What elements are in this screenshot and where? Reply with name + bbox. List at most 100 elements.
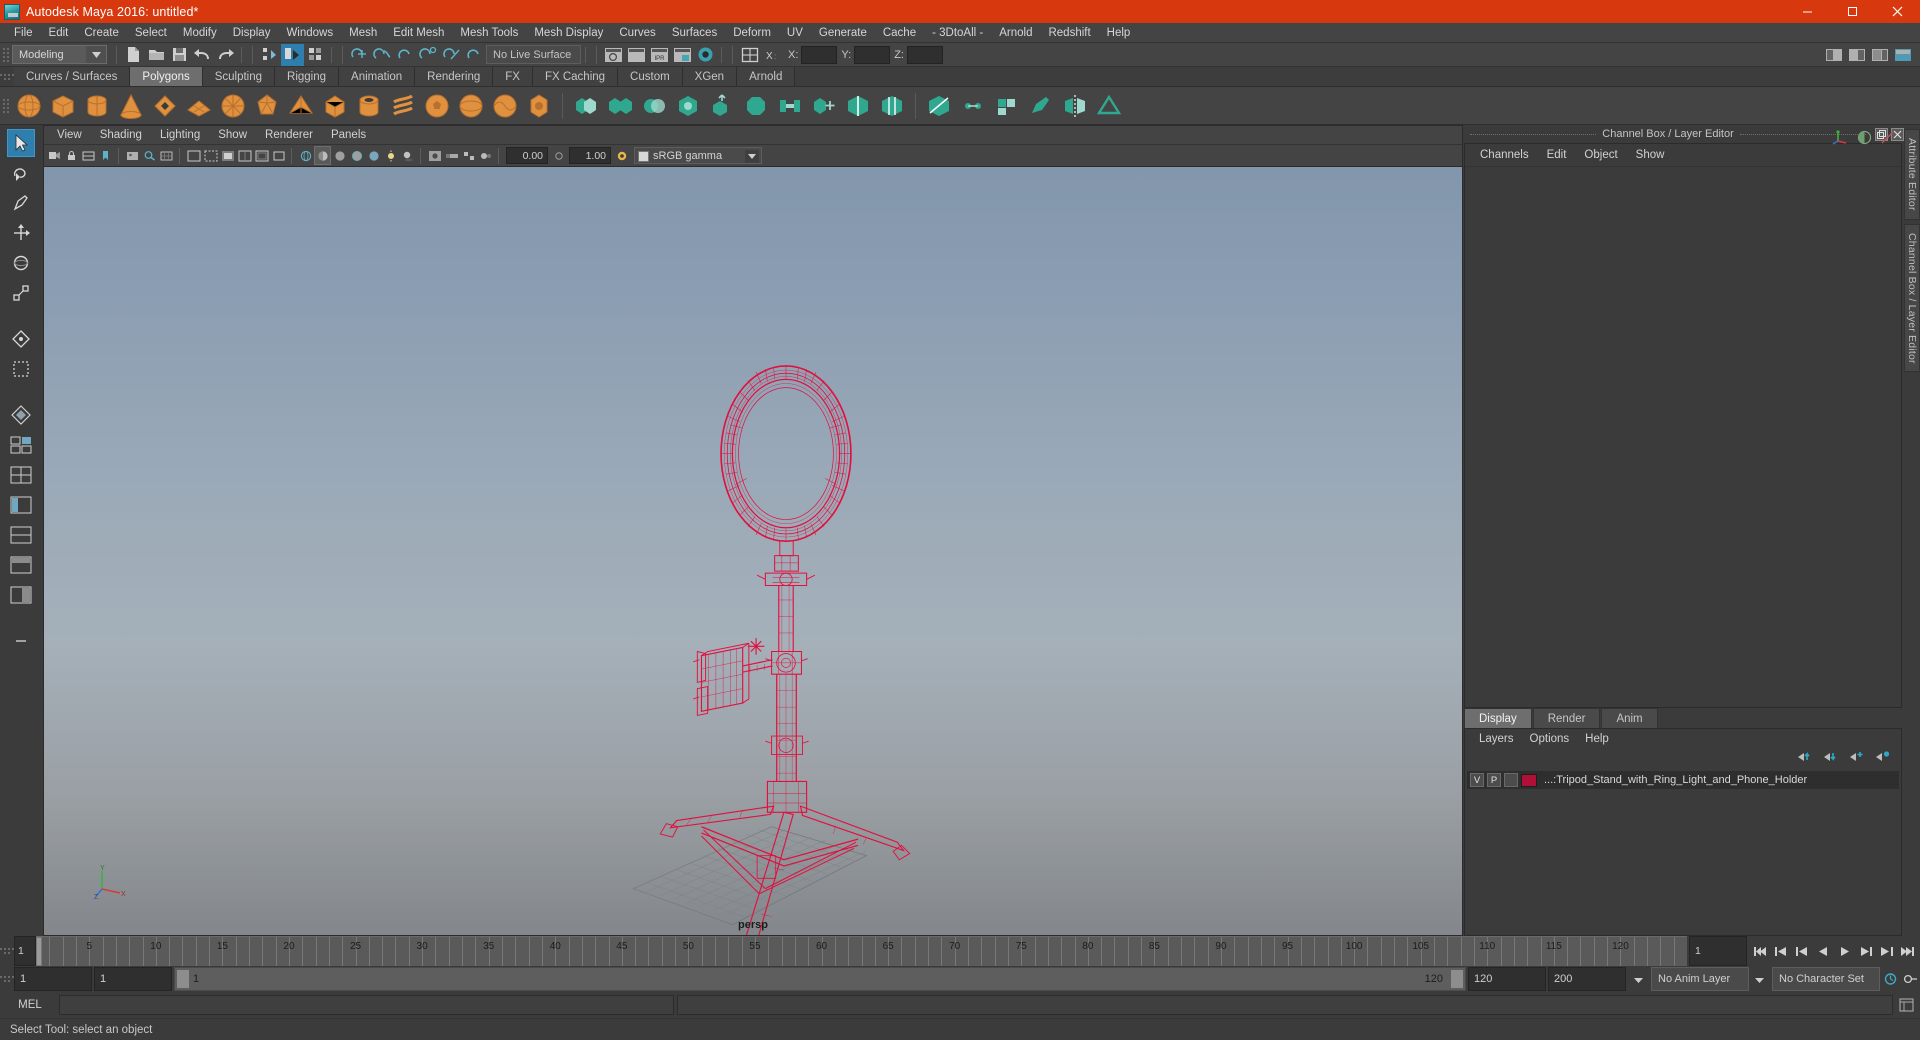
camera-attributes-icon[interactable]	[80, 146, 97, 165]
layer-menu-layers[interactable]: Layers	[1471, 729, 1522, 749]
shade-options-icon[interactable]	[331, 146, 348, 165]
render-view-icon[interactable]	[694, 44, 717, 66]
channel-box-menu-edit[interactable]: Edit	[1538, 144, 1576, 166]
separate-icon[interactable]	[604, 90, 636, 122]
poly-super-ellipse-icon[interactable]	[455, 90, 487, 122]
layer-visibility-toggle[interactable]: V	[1470, 773, 1484, 787]
save-scene-icon[interactable]	[168, 44, 191, 66]
shadows-icon[interactable]	[399, 146, 416, 165]
shelf-tab-fx-caching[interactable]: FX Caching	[532, 67, 619, 86]
render-current-frame-icon[interactable]	[602, 44, 625, 66]
two-d-pan-zoom-icon[interactable]	[141, 146, 158, 165]
layer-color-swatch[interactable]	[1521, 773, 1537, 787]
open-scene-icon[interactable]	[145, 44, 168, 66]
playback-end-field[interactable]: 120	[1468, 967, 1546, 991]
channel-box-menu-show[interactable]: Show	[1627, 144, 1674, 166]
character-set-selector[interactable]: No Character Set	[1772, 967, 1880, 991]
dock-tab-channel-box-layer-editor[interactable]: Channel Box / Layer Editor	[1904, 223, 1920, 373]
menu-item-arnold[interactable]: Arnold	[991, 23, 1040, 43]
shelf-tab-fx[interactable]: FX	[493, 67, 533, 86]
append-polygon-icon[interactable]	[808, 90, 840, 122]
layer-editor-tab-anim[interactable]: Anim	[1601, 708, 1658, 728]
poly-spherical-harmonics-icon[interactable]	[489, 90, 521, 122]
bevel-icon[interactable]	[740, 90, 772, 122]
shelf-grip[interactable]	[2, 96, 10, 116]
poly-disc-icon[interactable]	[217, 90, 249, 122]
command-input[interactable]	[59, 995, 674, 1015]
motion-blur-icon[interactable]	[443, 146, 460, 165]
show-channel-box-icon[interactable]	[1857, 130, 1872, 150]
hypershade-persp-layout-icon[interactable]	[7, 551, 35, 579]
extrude-icon[interactable]	[706, 90, 738, 122]
minimize-icon[interactable]	[1785, 0, 1830, 23]
poly-cube-icon[interactable]	[47, 90, 79, 122]
viewport-menu-renderer[interactable]: Renderer	[256, 126, 322, 145]
play-forwards-icon[interactable]	[1834, 940, 1854, 962]
menu-item-uv[interactable]: UV	[779, 23, 811, 43]
smooth-icon[interactable]	[672, 90, 704, 122]
range-stepper-icon[interactable]	[1628, 967, 1648, 991]
last-tool-used-icon[interactable]	[7, 401, 35, 429]
persp-render-layout-icon[interactable]	[7, 581, 35, 609]
make-live-icon[interactable]	[463, 44, 486, 66]
quad-draw-icon[interactable]	[991, 90, 1023, 122]
animation-preferences-icon[interactable]	[1880, 967, 1900, 991]
script-editor-icon[interactable]	[1896, 994, 1916, 1016]
shelf-tab-animation[interactable]: Animation	[339, 67, 416, 86]
menu-item-windows[interactable]: Windows	[278, 23, 341, 43]
x-coord-field[interactable]	[801, 45, 838, 64]
render-settings-icon[interactable]: IPR	[648, 44, 671, 66]
menu-item-file[interactable]: File	[6, 23, 41, 43]
gate-mask-icon[interactable]	[219, 146, 236, 165]
snap-to-projected-center-icon[interactable]	[417, 44, 440, 66]
menu-item-mesh-tools[interactable]: Mesh Tools	[452, 23, 526, 43]
menu-item-mesh-display[interactable]: Mesh Display	[526, 23, 611, 43]
maximize-icon[interactable]	[1830, 0, 1875, 23]
dock-tab-attribute-editor[interactable]: Attribute Editor	[1904, 129, 1920, 220]
shelf-tab-grip[interactable]	[0, 67, 14, 86]
film-gate-icon[interactable]	[185, 146, 202, 165]
menu-item-mesh[interactable]: Mesh	[341, 23, 385, 43]
channel-box-menu-channels[interactable]: Channels	[1471, 144, 1538, 166]
menu-item-cache[interactable]: Cache	[875, 23, 924, 43]
viewport-menu-view[interactable]: View	[48, 126, 91, 145]
menu-item-deform[interactable]: Deform	[725, 23, 779, 43]
live-surface-field[interactable]: No Live Surface	[486, 45, 581, 64]
field-chart-icon[interactable]	[236, 146, 253, 165]
lock-camera-icon[interactable]	[63, 146, 80, 165]
layer-editor-tab-render[interactable]: Render	[1532, 708, 1601, 728]
grid-toggle-icon[interactable]	[158, 146, 175, 165]
open-tool-settings-icon[interactable]	[1822, 44, 1845, 66]
shelf-tab-curves-surfaces[interactable]: Curves / Surfaces	[14, 67, 131, 86]
menu-item-edit[interactable]: Edit	[41, 23, 77, 43]
layer-shading-toggle[interactable]	[1504, 773, 1518, 787]
poly-platonic-icon[interactable]	[251, 90, 283, 122]
play-backwards-icon[interactable]	[1813, 940, 1833, 962]
anim-layer-selector[interactable]: No Anim Layer	[1651, 967, 1749, 991]
shelf-tab-xgen[interactable]: XGen	[682, 67, 738, 86]
poly-ultra-shape-icon[interactable]	[523, 90, 555, 122]
undo-icon[interactable]	[191, 44, 214, 66]
menu-item-create[interactable]: Create	[76, 23, 127, 43]
command-output[interactable]	[677, 995, 1893, 1015]
range-handle-right[interactable]	[1451, 970, 1463, 988]
offset-edge-loop-icon[interactable]	[876, 90, 908, 122]
exposure-reset-icon[interactable]	[550, 146, 567, 165]
gamma-reset-icon[interactable]	[613, 146, 630, 165]
menu-item-generate[interactable]: Generate	[811, 23, 875, 43]
menu-item-select[interactable]: Select	[127, 23, 175, 43]
select-by-hierarchy-icon[interactable]	[258, 44, 281, 66]
redo-icon[interactable]	[214, 44, 237, 66]
poly-soccer-ball-icon[interactable]	[421, 90, 453, 122]
persp-outliner-layout-icon[interactable]	[7, 491, 35, 519]
poly-pyramid-icon[interactable]	[285, 90, 317, 122]
z-coord-field[interactable]	[906, 45, 943, 64]
step-back-key-icon[interactable]	[1792, 940, 1812, 962]
channel-box-menu-object[interactable]: Object	[1575, 144, 1626, 166]
close-icon[interactable]	[1875, 0, 1920, 23]
safe-title-icon[interactable]	[270, 146, 287, 165]
persp-graph-layout-icon[interactable]	[7, 521, 35, 549]
anim-layer-chevron-down-icon[interactable]	[1749, 967, 1769, 991]
open-attribute-editor-panel-icon[interactable]	[1845, 44, 1868, 66]
layer-menu-options[interactable]: Options	[1522, 729, 1578, 749]
